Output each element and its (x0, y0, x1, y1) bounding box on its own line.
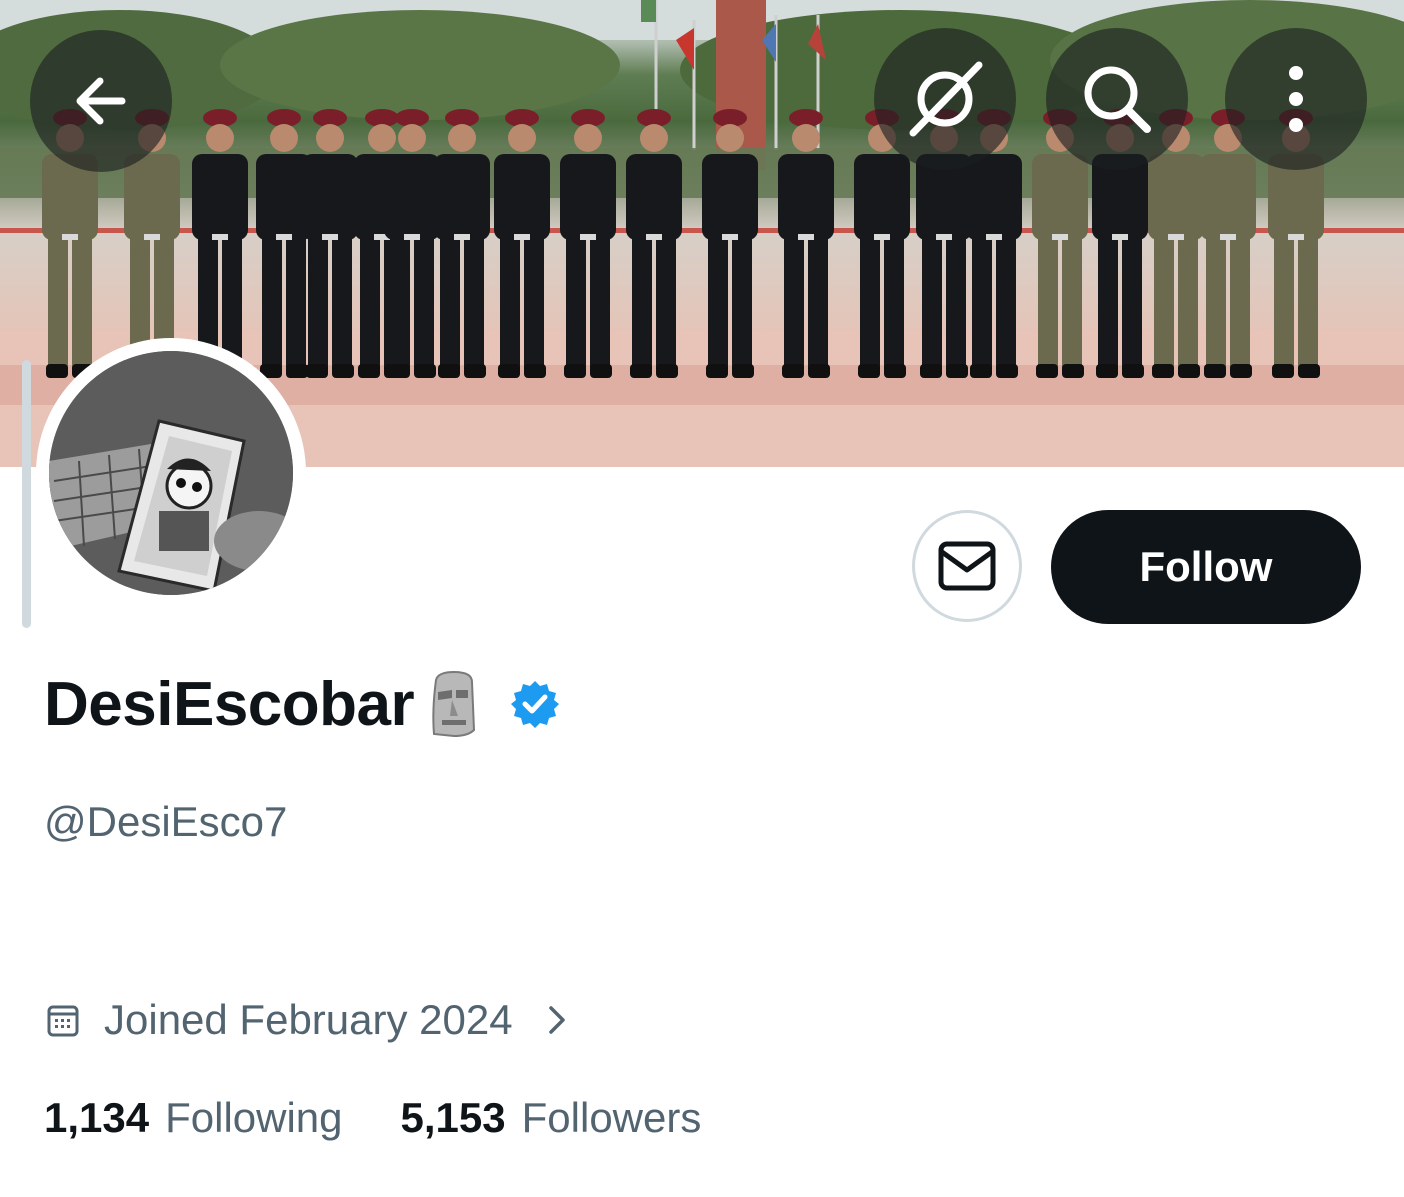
joined-date-text: Joined February 2024 (104, 996, 513, 1043)
search-button[interactable] (1046, 28, 1188, 170)
followers-count: 5,153 (400, 1094, 506, 1141)
envelope-icon (938, 541, 996, 591)
scroll-indicator[interactable] (22, 360, 31, 628)
follow-button[interactable]: Follow (1051, 510, 1361, 624)
more-options-button[interactable] (1225, 28, 1367, 170)
profile-handle: @DesiEsco7 (44, 798, 288, 845)
profile-display-name: DesiEscobar (44, 664, 560, 744)
joined-date[interactable]: Joined February 2024 (46, 992, 567, 1048)
display-name-text: DesiEscobar (44, 669, 415, 739)
more-vertical-icon (1289, 66, 1303, 132)
arrow-left-icon (76, 77, 126, 125)
grok-icon (909, 61, 983, 137)
followers-link[interactable]: 5,153 Followers (401, 1094, 702, 1142)
following-link[interactable]: 1,134 Following (44, 1094, 343, 1142)
verified-badge-icon (511, 681, 560, 728)
followers-label: Followers (521, 1094, 702, 1141)
back-button[interactable] (30, 30, 172, 172)
moai-emoji-icon (432, 670, 476, 738)
avatar-image (49, 351, 293, 595)
avatar (49, 351, 293, 595)
following-count: 1,134 (44, 1094, 150, 1141)
follow-stats: 1,134 Following 5,153 Followers (44, 1090, 701, 1146)
grok-button[interactable] (874, 28, 1016, 170)
message-button[interactable] (912, 510, 1022, 622)
search-icon (1084, 66, 1151, 133)
avatar-frame[interactable] (36, 338, 306, 608)
following-label: Following (165, 1094, 343, 1141)
calendar-icon (47, 1005, 79, 1037)
chevron-right-icon (548, 1006, 565, 1034)
